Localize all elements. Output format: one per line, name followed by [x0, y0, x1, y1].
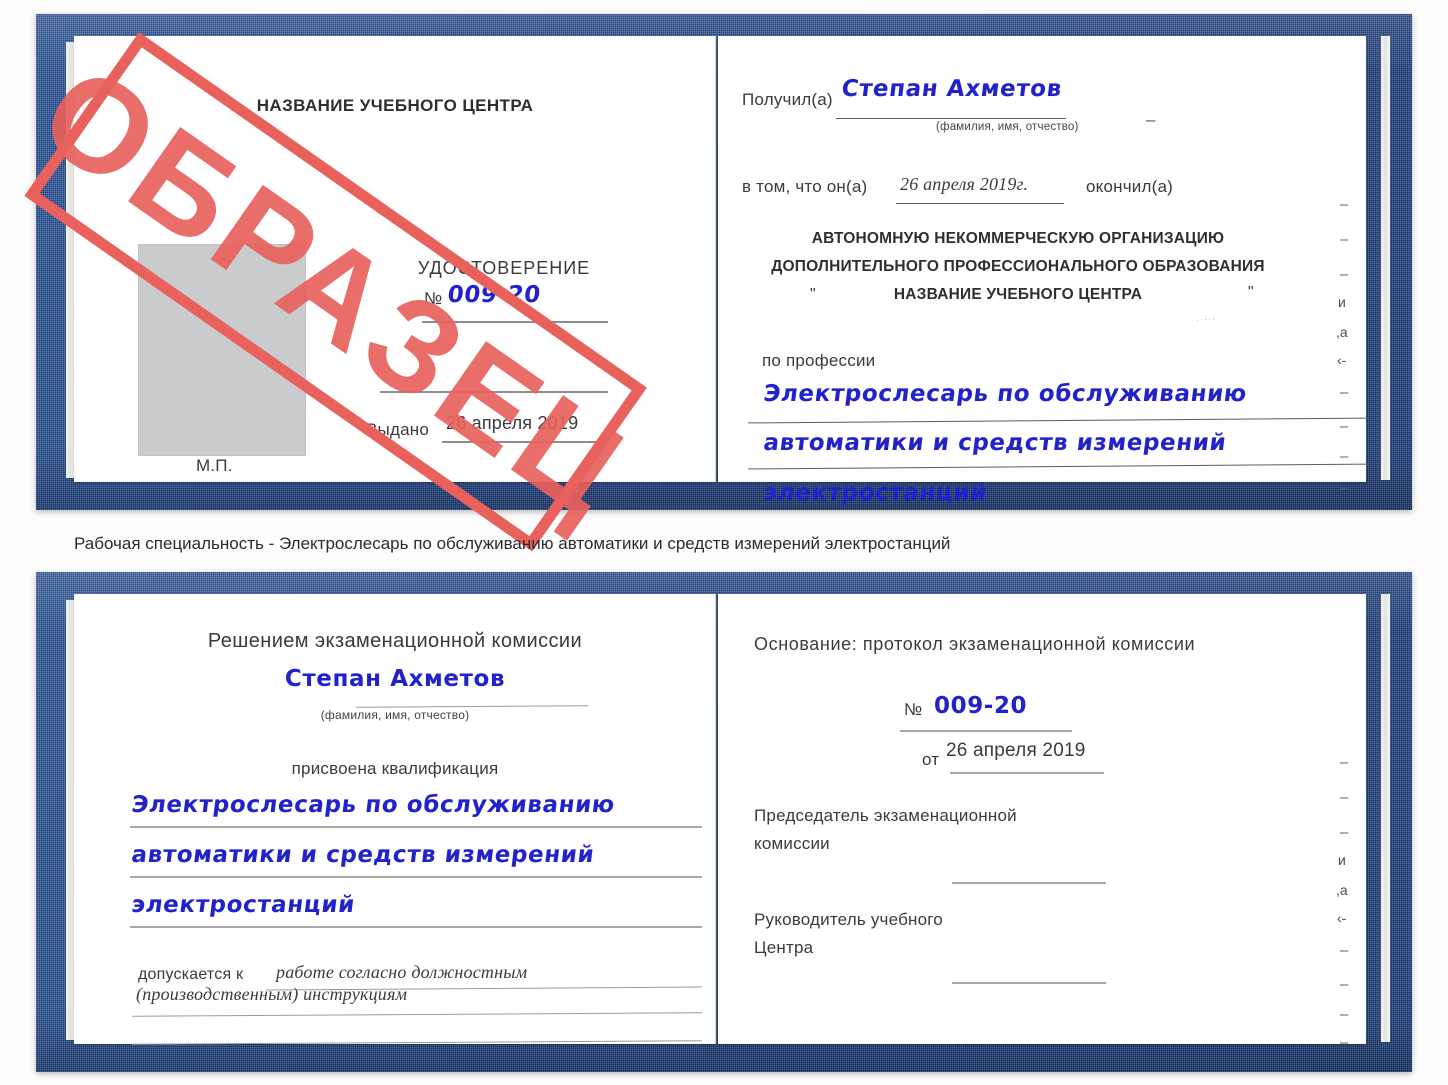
fio-hint: (фамилия, имя, отчество) [936, 121, 1079, 133]
issued-rule [442, 441, 608, 443]
margin-ghost-1: – [1340, 231, 1349, 248]
margin-ghost-0: – [1340, 196, 1349, 213]
qualification-line-3: электростанций [130, 892, 357, 918]
basis-label: Основание: протокол экзаменационной коми… [754, 634, 1196, 654]
chairman-line-1: Председатель экзаменационной [754, 806, 1017, 825]
admitted-label: допускается к [138, 966, 244, 983]
that-he-label: в том, что он(а) [742, 177, 868, 196]
decision-heading: Решением экзаменационной комиссии [207, 630, 583, 652]
margin-ghost2-4: ,а [1336, 882, 1348, 898]
profession-rule-1 [748, 417, 1368, 424]
margin-ghost-9: – [1340, 480, 1349, 497]
received-rule [836, 118, 1066, 120]
bottom-certificate: Решением экзаменационной комиссии Степан… [36, 572, 1412, 1072]
margin-ghost-7: – [1340, 418, 1349, 435]
chairman-line-2: комиссии [754, 834, 830, 853]
blank-rule-1 [380, 391, 608, 393]
qualification-rule-1 [130, 826, 702, 828]
decision-name-value: Степан Ахметов [284, 666, 506, 692]
bottom-right-page: Основание: протокол экзаменационной коми… [718, 594, 1366, 1051]
chairman-signature-rule [952, 882, 1106, 884]
received-label: Получил(а) [742, 90, 833, 109]
received-name-value: Степан Ахметов [840, 76, 1064, 102]
qualification-rule-3 [130, 926, 702, 928]
qualification-rule-2 [130, 876, 702, 878]
protocol-date-value: 26 апреля 2019 [946, 740, 1086, 761]
margin-ghost2-3: и [1338, 852, 1346, 868]
qualification-line-1: Электрослесарь по обслуживанию [130, 792, 617, 818]
fio-hint-2: (фамилия, имя, отчество) [320, 708, 470, 722]
admitted-value-line-2: (производственным) инструкциям [136, 984, 408, 1004]
completion-date-value: 26 апреля 2019г. [900, 174, 1029, 194]
margin-ghost2-7: – [1340, 976, 1349, 993]
margin-ghost-2: – [1340, 266, 1349, 283]
admitted-rule-2 [132, 1012, 702, 1017]
margin-ghost2-1: – [1340, 789, 1349, 806]
profession-line-1: Электрослесарь по обслуживанию [762, 381, 1249, 407]
finished-label: окончил(а) [1086, 177, 1173, 196]
head-signature-rule [952, 982, 1106, 984]
completion-date-rule [896, 203, 1064, 205]
received-dash: – [1146, 110, 1156, 129]
number-rule [422, 321, 608, 323]
head-line-1: Руководитель учебного [754, 910, 943, 929]
photo-placeholder [138, 244, 306, 456]
top-certificate: НАЗВАНИЕ УЧЕБНОГО ЦЕНТРА УДОСТОВЕРЕНИЕ №… [16, 14, 1412, 552]
margin-ghost2-9: – [1340, 1034, 1349, 1051]
bottom-left-page: Решением экзаменационной комиссии Степан… [74, 594, 716, 1045]
caption-text: Рабочая специальность - Электрослесарь п… [74, 534, 951, 553]
org-quote-close: " [1248, 284, 1254, 301]
qualification-label: присвоена квалификация [291, 759, 499, 778]
screenshot-root: НАЗВАНИЕ УЧЕБНОГО ЦЕНТРА УДОСТОВЕРЕНИЕ №… [0, 0, 1448, 1085]
protocol-number-rule [900, 730, 1072, 732]
issued-label: Выдано [366, 420, 429, 439]
margin-ghost-4: ,а [1336, 324, 1348, 340]
margin-ghost2-8: – [1340, 1006, 1349, 1023]
protocol-number-label: № [904, 700, 923, 719]
training-center-title: НАЗВАНИЕ УЧЕБНОГО ЦЕНТРА [256, 96, 534, 115]
profession-label: по профессии [762, 351, 876, 370]
org-line-2: ДОПОЛНИТЕЛЬНОГО ПРОФЕССИОНАЛЬНОГО ОБРАЗО… [771, 258, 1265, 275]
document-title: УДОСТОВЕРЕНИЕ [417, 258, 591, 278]
admitted-value-line-1: работе согласно должностным [276, 962, 528, 982]
top-left-page: НАЗВАНИЕ УЧЕБНОГО ЦЕНТРА УДОСТОВЕРЕНИЕ №… [74, 36, 716, 482]
number-label: № [424, 289, 443, 308]
profession-line-3: электростанций [762, 480, 989, 506]
margin-ghost2-0: – [1340, 754, 1349, 771]
org-line-3: НАЗВАНИЕ УЧЕБНОГО ЦЕНТРА [893, 286, 1143, 303]
top-right-page: Получил(а) Степан Ахметов (фамилия, имя,… [718, 36, 1368, 506]
protocol-number-value: 009-20 [934, 693, 1028, 719]
pink-smudge: ····· [1195, 313, 1217, 325]
profession-rule-2 [748, 463, 1368, 470]
issued-value: 26 апреля 2019 [446, 413, 579, 433]
margin-ghost2-2: – [1340, 824, 1349, 841]
margin-ghost-5: ‹- [1337, 352, 1347, 368]
head-line-2: Центра [754, 938, 814, 957]
qualification-line-2: автоматики и средств измерений [130, 842, 596, 868]
margin-ghost2-5: ‹- [1337, 910, 1347, 926]
page-stack-edge-right-2 [1381, 594, 1390, 1042]
seal-label: М.П. [196, 456, 233, 475]
page-stack-edge-right [1381, 36, 1390, 480]
number-value: 009-20 [446, 282, 543, 308]
org-line-1: АВТОНОМНУЮ НЕКОММЕРЧЕСКУЮ ОРГАНИЗАЦИЮ [811, 230, 1225, 247]
profession-line-2: автоматики и средств измерений [762, 430, 1228, 456]
margin-ghost2-6: – [1340, 942, 1349, 959]
protocol-date-rule [950, 772, 1104, 774]
margin-ghost-8: – [1340, 448, 1349, 465]
protocol-date-label: от [922, 750, 940, 769]
margin-ghost-3: и [1338, 294, 1346, 310]
margin-ghost-6: – [1340, 384, 1349, 401]
